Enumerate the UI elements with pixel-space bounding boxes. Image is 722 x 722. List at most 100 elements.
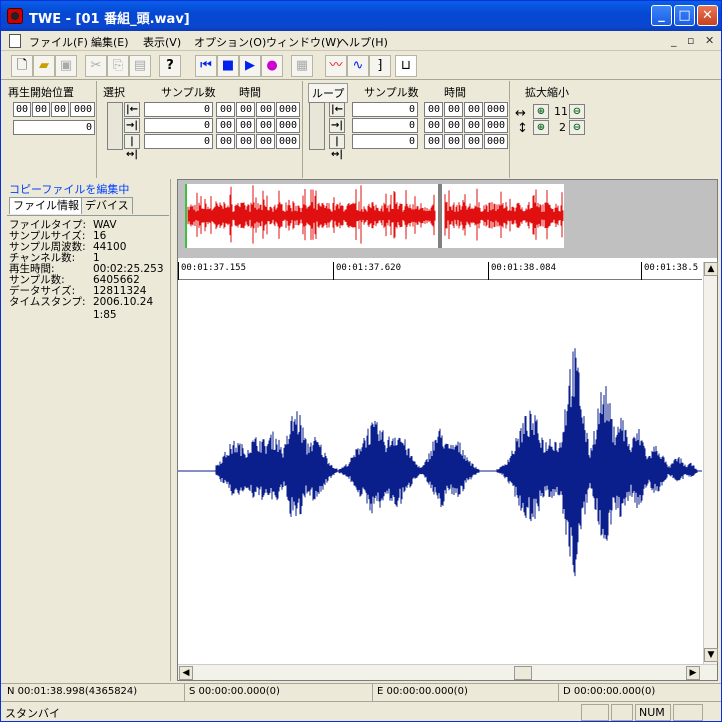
h-zoom-level: 11: [554, 105, 568, 118]
title-bar[interactable]: TWE - [01 番組_頭.wav] _ □ ✕: [1, 1, 721, 31]
v-zoom-in-button[interactable]: ⊕: [533, 120, 549, 135]
scroll-left-button[interactable]: ◀: [179, 666, 193, 680]
open-folder-icon[interactable]: ▰: [33, 55, 55, 77]
loop-length-hour[interactable]: 00: [424, 134, 443, 149]
overview-view-marker[interactable]: [438, 184, 442, 248]
menu-help[interactable]: ヘルプ(H): [338, 34, 388, 50]
selection-start-samples[interactable]: 0: [144, 102, 213, 117]
loop-start-samples[interactable]: 0: [352, 102, 418, 117]
app-icon[interactable]: [7, 8, 23, 24]
loop-end-hour[interactable]: 00: [424, 118, 443, 133]
rewind-icon[interactable]: ⏮: [195, 55, 217, 77]
play-start-minute[interactable]: 00: [32, 102, 50, 117]
info-key: チャンネル数:: [9, 252, 76, 264]
minimize-button[interactable]: _: [651, 5, 672, 26]
selection-length-ms[interactable]: 000: [276, 134, 300, 149]
waveform-area[interactable]: 00:01:37.155 00:01:37.620 00:01:38.084 0…: [177, 179, 718, 681]
mdi-minimize-button[interactable]: _: [671, 34, 677, 47]
loop-length-samples[interactable]: 0: [352, 134, 418, 149]
selection-time-header: 時間: [239, 86, 261, 99]
selection-length-samples[interactable]: 0: [144, 134, 213, 149]
play-start-hour[interactable]: 00: [13, 102, 31, 117]
paste-icon[interactable]: ▤: [129, 55, 151, 77]
play-icon[interactable]: ▶: [239, 55, 261, 77]
record-icon[interactable]: ●: [261, 55, 283, 77]
selection-start-ms[interactable]: 000: [276, 102, 300, 117]
mdi-close-button[interactable]: ✕: [705, 34, 714, 47]
loop-end-samples[interactable]: 0: [352, 118, 418, 133]
loop-start-ms[interactable]: 000: [484, 102, 508, 117]
loop-end-button[interactable]: →|: [329, 118, 345, 133]
selection-end-second[interactable]: 00: [256, 118, 275, 133]
scroll-up-button[interactable]: ▲: [704, 262, 718, 276]
selection-end-hour[interactable]: 00: [216, 118, 235, 133]
document-icon[interactable]: [9, 34, 21, 48]
copy-icon[interactable]: ⎘: [107, 55, 129, 77]
status-now: N 00:01:38.998(4365824): [5, 684, 185, 701]
cut-icon[interactable]: ✂: [85, 55, 107, 77]
selection-start-second[interactable]: 00: [256, 102, 275, 117]
wave-blue-icon[interactable]: ∿: [347, 55, 369, 77]
mdi-restore-button[interactable]: ▫: [687, 34, 694, 47]
selection-start-minute[interactable]: 00: [236, 102, 255, 117]
play-start-second[interactable]: 00: [51, 102, 69, 117]
overview-graph[interactable]: [178, 180, 717, 258]
time-ruler[interactable]: 00:01:37.155 00:01:37.620 00:01:38.084 0…: [178, 262, 702, 280]
tab-device[interactable]: デバイス: [81, 197, 133, 214]
marker-icon[interactable]: ⁆: [369, 55, 391, 77]
v-zoom-out-button[interactable]: ⊖: [569, 120, 585, 135]
selection-length-hour[interactable]: 00: [216, 134, 235, 149]
loop-end-minute[interactable]: 00: [444, 118, 463, 133]
scroll-right-button[interactable]: ▶: [686, 666, 700, 680]
status-duration: D 00:00:00.000(0): [563, 686, 656, 697]
loop-length-minute[interactable]: 00: [444, 134, 463, 149]
loop-length-button[interactable]: |↔|: [329, 134, 345, 160]
maximize-button[interactable]: □: [674, 5, 695, 26]
selection-lock-button[interactable]: [107, 102, 123, 150]
menu-options[interactable]: オプション(O): [194, 34, 266, 50]
selection-end-samples[interactable]: 0: [144, 118, 213, 133]
waveform-canvas[interactable]: [178, 281, 702, 664]
new-file-icon[interactable]: 🗋: [11, 55, 33, 77]
loop-start-hour[interactable]: 00: [424, 102, 443, 117]
loop-length-ms[interactable]: 000: [484, 134, 508, 149]
selection-end-ms[interactable]: 000: [276, 118, 300, 133]
play-start-samples[interactable]: 0: [13, 120, 95, 135]
tab-file-info[interactable]: ファイル情報: [9, 197, 83, 214]
vertical-scrollbar[interactable]: ▲ ▼: [703, 262, 718, 664]
loop-end-second[interactable]: 00: [464, 118, 483, 133]
play-start-ms[interactable]: 000: [70, 102, 95, 117]
loop-length-second[interactable]: 00: [464, 134, 483, 149]
menu-file[interactable]: ファイル(F): [29, 34, 88, 50]
scroll-down-button[interactable]: ▼: [704, 648, 718, 662]
loop-start-minute[interactable]: 00: [444, 102, 463, 117]
info-key: データサイズ:: [9, 285, 76, 297]
selection-end-minute[interactable]: 00: [236, 118, 255, 133]
selection-length-second[interactable]: 00: [256, 134, 275, 149]
selection-length-button[interactable]: |↔|: [124, 134, 140, 160]
save-icon[interactable]: ▣: [55, 55, 77, 77]
selection-end-button[interactable]: →|: [124, 118, 140, 133]
h-zoom-out-button[interactable]: ⊖: [569, 104, 585, 119]
help-icon[interactable]: ?: [159, 55, 181, 77]
wave-red-icon[interactable]: 〰: [325, 55, 347, 77]
selection-start-button[interactable]: |←: [124, 102, 140, 117]
ruler-icon[interactable]: ⊔: [395, 55, 417, 77]
mute-icon[interactable]: ▦: [291, 55, 313, 77]
selection-length-minute[interactable]: 00: [236, 134, 255, 149]
loop-lock-button[interactable]: [309, 102, 325, 150]
loop-button[interactable]: ループ: [308, 83, 349, 103]
loop-start-button[interactable]: |←: [329, 102, 345, 117]
loop-start-second[interactable]: 00: [464, 102, 483, 117]
scroll-thumb[interactable]: [514, 666, 532, 680]
menu-window[interactable]: ウィンドウ(W): [266, 34, 340, 50]
stop-icon[interactable]: ■: [217, 55, 239, 77]
menu-edit[interactable]: 編集(E): [91, 34, 129, 50]
waveform-overview[interactable]: [178, 180, 717, 258]
menu-view[interactable]: 表示(V): [143, 34, 181, 50]
loop-end-ms[interactable]: 000: [484, 118, 508, 133]
selection-start-hour[interactable]: 00: [216, 102, 235, 117]
close-button[interactable]: ✕: [697, 5, 718, 26]
horizontal-scrollbar[interactable]: ◀ ▶: [178, 664, 717, 680]
h-zoom-in-button[interactable]: ⊕: [533, 104, 549, 119]
